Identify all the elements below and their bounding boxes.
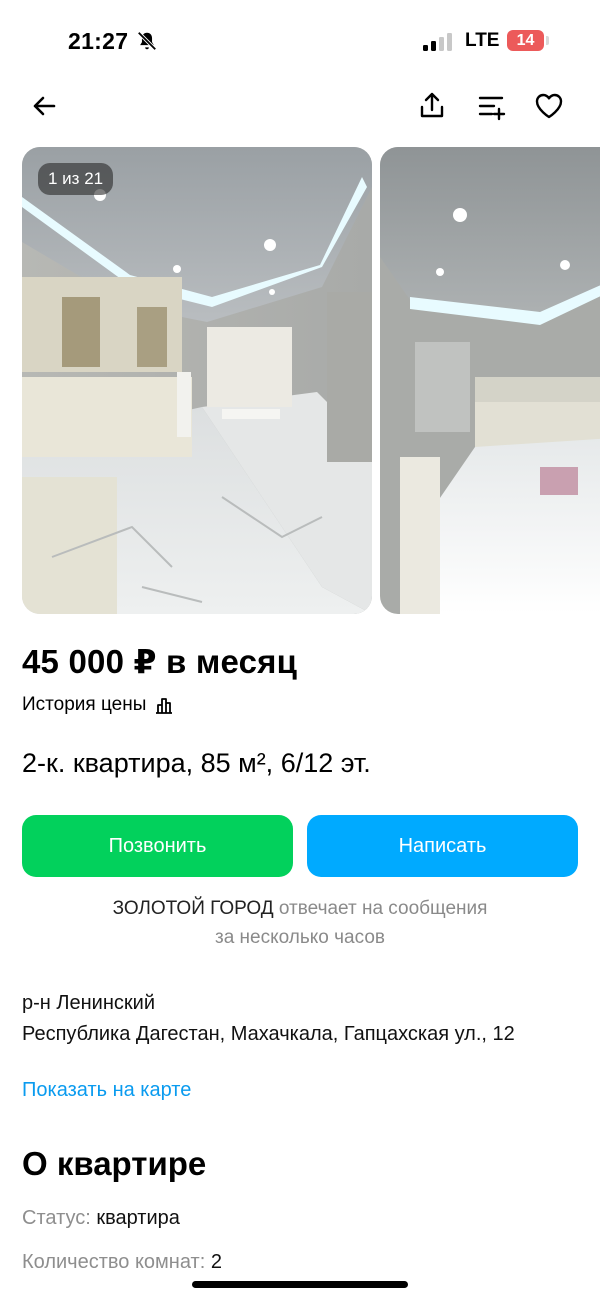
compare-list-icon — [478, 96, 506, 121]
param-value: 2 — [210, 1251, 222, 1273]
photo-gallery[interactable]: 1 из 21 — [22, 147, 600, 614]
listing-title: 2-к. квартира, 85 м², 6/12 эт. — [22, 748, 371, 778]
address-block: р-н Ленинский Республика Дагестан, Махач… — [22, 988, 582, 1049]
about-apartment-title: О квартире — [22, 1145, 207, 1182]
top-nav — [0, 82, 600, 130]
arrow-left-icon — [33, 96, 56, 116]
seller-name[interactable]: ЗОЛОТОЙ ГОРОД — [113, 898, 274, 919]
param-label: Статус: — [22, 1207, 97, 1229]
share-icon — [420, 92, 444, 118]
photo-counter: 1 из 21 — [38, 163, 114, 195]
back-button[interactable] — [24, 86, 64, 126]
seller-response-text: отвечает на сообщения — [278, 898, 488, 919]
compare-button[interactable] — [471, 86, 511, 126]
full-address: Республика Дагестан, Махачкала, Гапцахск… — [22, 1022, 515, 1045]
param-rooms: Количество комнат: 2 — [22, 1251, 222, 1274]
battery-cap — [546, 36, 549, 45]
bar-chart-icon — [156, 698, 173, 714]
param-status: Статус: квартира — [22, 1207, 180, 1230]
network-type: LTE — [465, 30, 500, 51]
share-button[interactable] — [412, 86, 452, 126]
listing-photo[interactable]: 1 из 21 — [22, 147, 372, 614]
price-history-link[interactable]: История цены — [22, 694, 174, 716]
param-label: Количество комнат: — [22, 1251, 211, 1273]
district: р-н Ленинский — [22, 992, 155, 1014]
write-message-button[interactable]: Написать — [307, 815, 578, 877]
dining-photo — [380, 147, 600, 614]
heart-outline-icon — [535, 93, 563, 119]
call-button[interactable]: Позвонить — [22, 815, 293, 877]
home-indicator[interactable] — [192, 1281, 408, 1288]
battery-level: 14 — [507, 30, 544, 51]
status-bar: 21:27 LTE 14 — [0, 0, 600, 82]
kitchen-photo — [22, 147, 372, 614]
status-time: 21:27 — [68, 28, 129, 54]
favorite-button[interactable] — [529, 86, 569, 126]
cellular-signal-icon — [423, 33, 452, 51]
param-value: квартира — [96, 1207, 180, 1229]
seller-response-note: ЗОЛОТОЙ ГОРОД отвечает на сообщения за н… — [0, 894, 600, 952]
seller-response-time: за несколько часов — [215, 927, 385, 948]
bell-off-icon — [137, 31, 157, 51]
price-history-label: История цены — [22, 694, 147, 715]
listing-price: 45 000 ₽ в месяц — [22, 643, 298, 680]
listing-photo[interactable] — [380, 147, 600, 614]
show-on-map-link[interactable]: Показать на карте — [22, 1079, 191, 1102]
